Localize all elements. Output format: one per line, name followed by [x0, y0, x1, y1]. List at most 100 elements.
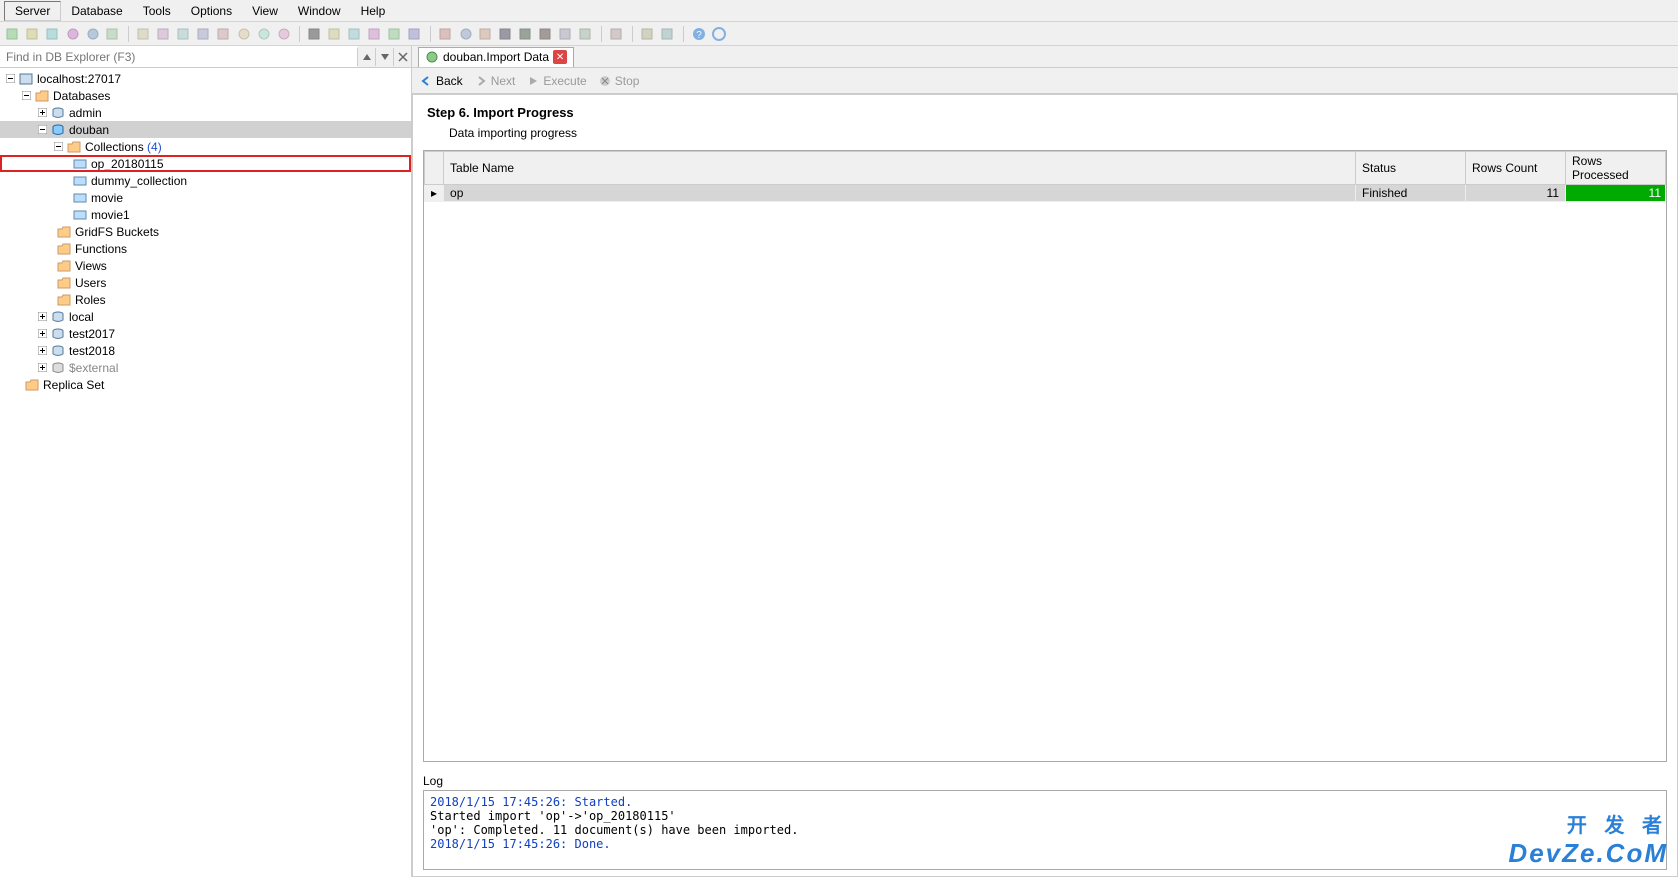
tool-icon-25[interactable] [517, 25, 535, 43]
search-close-icon[interactable] [393, 48, 411, 66]
tool-sep-6 [683, 26, 684, 42]
expander-icon[interactable] [36, 328, 48, 340]
log-box[interactable]: 2018/1/15 17:45:26: Started. Started imp… [423, 790, 1667, 870]
tree-databases[interactable]: Databases [0, 87, 411, 104]
tool-icon-14[interactable] [275, 25, 293, 43]
tool-icon-28[interactable] [577, 25, 595, 43]
tool-icon-10[interactable] [195, 25, 213, 43]
tree-views[interactable]: Views [0, 257, 411, 274]
tree-label: Databases [53, 89, 110, 103]
tool-icon-9[interactable] [175, 25, 193, 43]
tree-collection-movie[interactable]: movie [0, 189, 411, 206]
tree-root[interactable]: localhost:27017 [0, 70, 411, 87]
tab-import-data[interactable]: douban.Import Data ✕ [418, 47, 574, 67]
tree-collections[interactable]: Collections (4) [0, 138, 411, 155]
tree-db-test2017[interactable]: test2017 [0, 325, 411, 342]
step-title: Step 6. Import Progress [423, 101, 1667, 122]
table-header-processed[interactable]: Rows Processed [1566, 152, 1666, 185]
log-label: Log [423, 772, 1667, 790]
tool-sep-2 [299, 26, 300, 42]
tree-db-external[interactable]: $external [0, 359, 411, 376]
tool-icon-21[interactable] [437, 25, 455, 43]
expander-icon[interactable] [36, 124, 48, 136]
expander-icon[interactable] [52, 141, 64, 153]
row-pointer-icon: ▸ [425, 185, 444, 202]
tool-icon-22[interactable] [457, 25, 475, 43]
nav-execute: Execute [527, 74, 586, 88]
tool-icon-12[interactable] [235, 25, 253, 43]
tree-collection-movie1[interactable]: movie1 [0, 206, 411, 223]
tool-icon-27[interactable] [557, 25, 575, 43]
tool-icon-6[interactable] [104, 25, 122, 43]
expander-icon[interactable] [36, 107, 48, 119]
tree-functions[interactable]: Functions [0, 240, 411, 257]
db-tree[interactable]: localhost:27017 Databases admin douban [0, 68, 411, 877]
tree-count: (4) [147, 140, 162, 154]
menu-window[interactable]: Window [288, 2, 351, 20]
menu-help[interactable]: Help [351, 2, 396, 20]
tool-icon-5[interactable] [84, 25, 102, 43]
tool-icon-17[interactable] [346, 25, 364, 43]
right-panel: douban.Import Data ✕ Back Next Execute S… [412, 46, 1678, 877]
close-icon[interactable]: ✕ [553, 50, 567, 64]
menu-tools[interactable]: Tools [133, 2, 181, 20]
expander-icon[interactable] [36, 362, 48, 374]
table-header-name[interactable]: Table Name [444, 152, 1356, 185]
tool-icon-4[interactable] [64, 25, 82, 43]
tool-icon-23[interactable] [477, 25, 495, 43]
tool-icon-30[interactable] [639, 25, 657, 43]
tree-gridfs[interactable]: GridFS Buckets [0, 223, 411, 240]
table-header-status[interactable]: Status [1356, 152, 1466, 185]
database-icon [50, 343, 66, 359]
tool-icon-20[interactable] [406, 25, 424, 43]
tool-icon-29[interactable] [608, 25, 626, 43]
menu-options[interactable]: Options [181, 2, 242, 20]
tree-label: dummy_collection [91, 174, 187, 188]
menu-view[interactable]: View [242, 2, 288, 20]
tool-icon-11[interactable] [215, 25, 233, 43]
tool-icon-2[interactable] [24, 25, 42, 43]
menu-database[interactable]: Database [61, 2, 132, 20]
menu-server[interactable]: Server [4, 1, 61, 21]
expander-icon[interactable] [36, 311, 48, 323]
tool-icon-1[interactable] [4, 25, 22, 43]
tool-icon-24[interactable] [497, 25, 515, 43]
progress-table: Table Name Status Rows Count Rows Proces… [423, 150, 1667, 762]
collection-icon [72, 190, 88, 206]
search-up-icon[interactable] [357, 48, 375, 66]
tool-sep-3 [430, 26, 431, 42]
nav-back[interactable]: Back [420, 74, 463, 88]
tool-icon-help[interactable]: ? [690, 25, 708, 43]
tab-label: douban.Import Data [443, 50, 549, 64]
expander-icon[interactable] [36, 345, 48, 357]
tree-db-test2018[interactable]: test2018 [0, 342, 411, 359]
tool-icon-31[interactable] [659, 25, 677, 43]
tool-icon-3[interactable] [44, 25, 62, 43]
expander-icon[interactable] [20, 90, 32, 102]
tool-icon-18[interactable] [366, 25, 384, 43]
tool-icon-15[interactable] [306, 25, 324, 43]
tool-icon-16[interactable] [326, 25, 344, 43]
tree-db-admin[interactable]: admin [0, 104, 411, 121]
table-header-rows[interactable]: Rows Count [1466, 152, 1566, 185]
table-row[interactable]: ▸ op Finished 11 11 [425, 185, 1666, 202]
search-input[interactable] [0, 46, 357, 67]
tree-users[interactable]: Users [0, 274, 411, 291]
tool-icon-26[interactable] [537, 25, 555, 43]
tree-label: Views [75, 259, 107, 273]
tree-label: Replica Set [43, 378, 104, 392]
tree-db-douban[interactable]: douban [0, 121, 411, 138]
search-down-icon[interactable] [375, 48, 393, 66]
tool-icon-8[interactable] [155, 25, 173, 43]
tool-icon-7[interactable] [135, 25, 153, 43]
tree-collection-op[interactable]: op_20180115 [0, 155, 411, 172]
expander-icon[interactable] [4, 73, 16, 85]
tree-db-local[interactable]: local [0, 308, 411, 325]
tool-icon-19[interactable] [386, 25, 404, 43]
tree-replica[interactable]: Replica Set [0, 376, 411, 393]
tree-label: test2018 [69, 344, 115, 358]
tool-icon-info[interactable] [710, 25, 728, 43]
tool-icon-13[interactable] [255, 25, 273, 43]
tree-roles[interactable]: Roles [0, 291, 411, 308]
tree-collection-dummy[interactable]: dummy_collection [0, 172, 411, 189]
